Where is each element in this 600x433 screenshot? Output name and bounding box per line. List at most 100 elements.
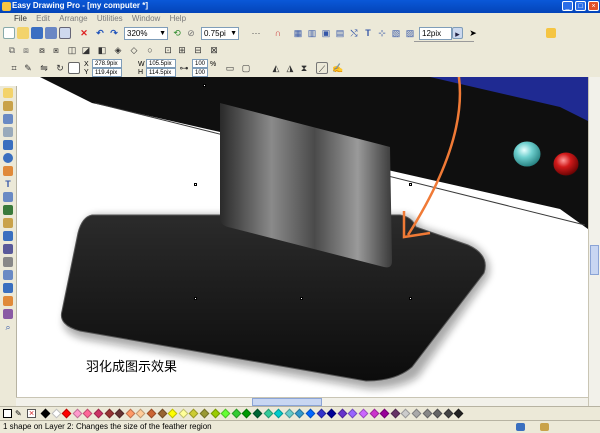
vertical-scroll-thumb[interactable] bbox=[590, 245, 599, 275]
color-swatch[interactable] bbox=[252, 408, 263, 419]
blend-tool-icon[interactable] bbox=[3, 270, 13, 280]
close-button[interactable]: × bbox=[588, 1, 599, 11]
color-swatch[interactable] bbox=[146, 408, 157, 419]
line-style-icon[interactable]: ⋯ bbox=[245, 27, 267, 39]
line-width-select[interactable]: 0.75pi ▼ bbox=[201, 27, 239, 40]
color-swatch[interactable] bbox=[114, 408, 125, 419]
color-swatch[interactable] bbox=[432, 408, 443, 419]
color-swatch[interactable] bbox=[167, 408, 178, 419]
color-swatch[interactable] bbox=[400, 408, 411, 419]
bezier-tool-icon[interactable] bbox=[3, 114, 13, 124]
menu-help[interactable]: Help bbox=[170, 13, 186, 25]
no-color-swatch[interactable] bbox=[3, 409, 12, 418]
color-swatch[interactable] bbox=[358, 408, 369, 419]
rotate-icon[interactable]: ↻ bbox=[54, 62, 66, 74]
pointer-tool-icon[interactable] bbox=[3, 88, 13, 98]
transparent-swatch[interactable]: ⨯ bbox=[27, 409, 36, 418]
text-tool-icon[interactable]: T bbox=[362, 27, 374, 39]
flip-icon[interactable]: ⧗ bbox=[298, 62, 310, 74]
fill-tool-icon[interactable] bbox=[3, 231, 13, 241]
height-input[interactable]: 114.5pix bbox=[146, 68, 176, 77]
mirror-icon[interactable]: ⇋ bbox=[38, 62, 50, 74]
shape-op-union-icon[interactable]: ⧉ bbox=[6, 44, 18, 56]
save-icon[interactable] bbox=[31, 27, 43, 39]
mesh-tool-icon[interactable] bbox=[3, 257, 13, 267]
pencil-tool-icon[interactable] bbox=[3, 101, 13, 111]
flip-vertical-icon[interactable]: ◮ bbox=[284, 62, 296, 74]
color-swatch[interactable] bbox=[72, 408, 83, 419]
color-swatch[interactable] bbox=[422, 408, 433, 419]
color-swatch[interactable] bbox=[326, 408, 337, 419]
color-swatch[interactable] bbox=[199, 408, 210, 419]
transparency-tool-icon[interactable] bbox=[3, 296, 13, 306]
selection-handle[interactable] bbox=[409, 297, 412, 300]
convert-icon[interactable]: ▢ bbox=[240, 62, 252, 74]
color-swatch[interactable] bbox=[337, 408, 348, 419]
crop-icon[interactable]: ⊡ bbox=[162, 44, 174, 56]
color-swatch[interactable] bbox=[210, 408, 221, 419]
circle-tool-icon[interactable]: ○ bbox=[144, 44, 156, 56]
menu-arrange[interactable]: Arrange bbox=[59, 13, 87, 25]
shape-op-exclude-icon[interactable]: ⧆ bbox=[50, 44, 62, 56]
color-swatch[interactable] bbox=[369, 408, 380, 419]
color-swatch[interactable] bbox=[135, 408, 146, 419]
color-swatch[interactable] bbox=[273, 408, 284, 419]
vertical-scrollbar[interactable] bbox=[588, 77, 600, 406]
arrange-front-icon[interactable]: ◫ bbox=[66, 44, 78, 56]
selection-handle[interactable] bbox=[203, 84, 206, 87]
group-icon[interactable]: ▦ bbox=[292, 27, 304, 39]
menu-file[interactable]: File bbox=[14, 13, 27, 25]
feather-size-input[interactable]: 12pix bbox=[419, 27, 452, 40]
combine-icon[interactable]: ▣ bbox=[320, 27, 332, 39]
ungroup-icon[interactable]: ▥ bbox=[306, 27, 318, 39]
color-swatch[interactable] bbox=[82, 408, 93, 419]
new-icon[interactable] bbox=[3, 27, 15, 39]
selection-handle[interactable] bbox=[409, 183, 412, 186]
menu-edit[interactable]: Edit bbox=[36, 13, 50, 25]
flip-horizontal-icon[interactable]: ◭ bbox=[270, 62, 282, 74]
color-swatch[interactable] bbox=[104, 408, 115, 419]
selection-handle[interactable] bbox=[194, 297, 197, 300]
magnet-icon[interactable]: ∩ bbox=[272, 27, 284, 39]
color-swatch[interactable] bbox=[263, 408, 274, 419]
horizontal-scroll-thumb[interactable] bbox=[252, 398, 322, 406]
break-icon[interactable]: ▤ bbox=[334, 27, 346, 39]
eyedropper-tool-icon[interactable] bbox=[3, 218, 13, 228]
selection-handle[interactable] bbox=[194, 183, 197, 186]
color-swatch[interactable] bbox=[157, 408, 168, 419]
node-tool-icon[interactable]: ◈ bbox=[112, 44, 124, 56]
color-swatch[interactable] bbox=[305, 408, 316, 419]
color-swatch[interactable] bbox=[51, 408, 62, 419]
color-swatch[interactable] bbox=[453, 408, 464, 419]
copy-style-icon[interactable]: ◧ bbox=[96, 44, 108, 56]
transform-icon[interactable]: ⊹ bbox=[376, 27, 388, 39]
x-position-input[interactable]: 278.9pix bbox=[92, 59, 122, 68]
distribute-icon[interactable]: ▨ bbox=[404, 27, 416, 39]
polygon-tool-icon[interactable] bbox=[3, 166, 13, 176]
scale-y-input[interactable]: 100 bbox=[192, 68, 208, 77]
shape-op-subtract-icon[interactable]: ⧇ bbox=[36, 44, 48, 56]
node-edit-icon[interactable]: ⤭ bbox=[348, 27, 360, 39]
select-tool-icon[interactable]: ⌗ bbox=[8, 62, 20, 74]
zoom-select[interactable]: 320% ▼ bbox=[124, 27, 168, 40]
color-swatch[interactable] bbox=[411, 408, 422, 419]
lock-ratio-icon[interactable]: ⊶ bbox=[178, 62, 190, 74]
node-join-icon[interactable]: ◇ bbox=[128, 44, 140, 56]
apply-size-icon[interactable]: ▭ bbox=[224, 62, 236, 74]
color-swatch[interactable] bbox=[188, 408, 199, 419]
color-swatch[interactable] bbox=[40, 408, 51, 419]
play-arrow-icon[interactable]: ➤ bbox=[467, 27, 479, 39]
open-icon[interactable] bbox=[17, 27, 29, 39]
zoom-fit-icon[interactable]: ⟲ bbox=[171, 27, 183, 39]
fill-swatch-icon[interactable] bbox=[68, 62, 80, 74]
delete-icon[interactable]: ✕ bbox=[78, 27, 90, 39]
zoom-tool-icon[interactable]: ⌕ bbox=[3, 322, 13, 332]
contour-tool-icon[interactable] bbox=[3, 283, 13, 293]
color-swatch[interactable] bbox=[178, 408, 189, 419]
color-swatch[interactable] bbox=[61, 408, 72, 419]
ellipse-tool-icon[interactable] bbox=[3, 153, 13, 163]
color-swatch[interactable] bbox=[93, 408, 104, 419]
skew-icon[interactable]: ⟋ bbox=[316, 62, 328, 74]
connector-tool-icon[interactable] bbox=[3, 205, 13, 215]
help-icon[interactable] bbox=[546, 28, 556, 38]
